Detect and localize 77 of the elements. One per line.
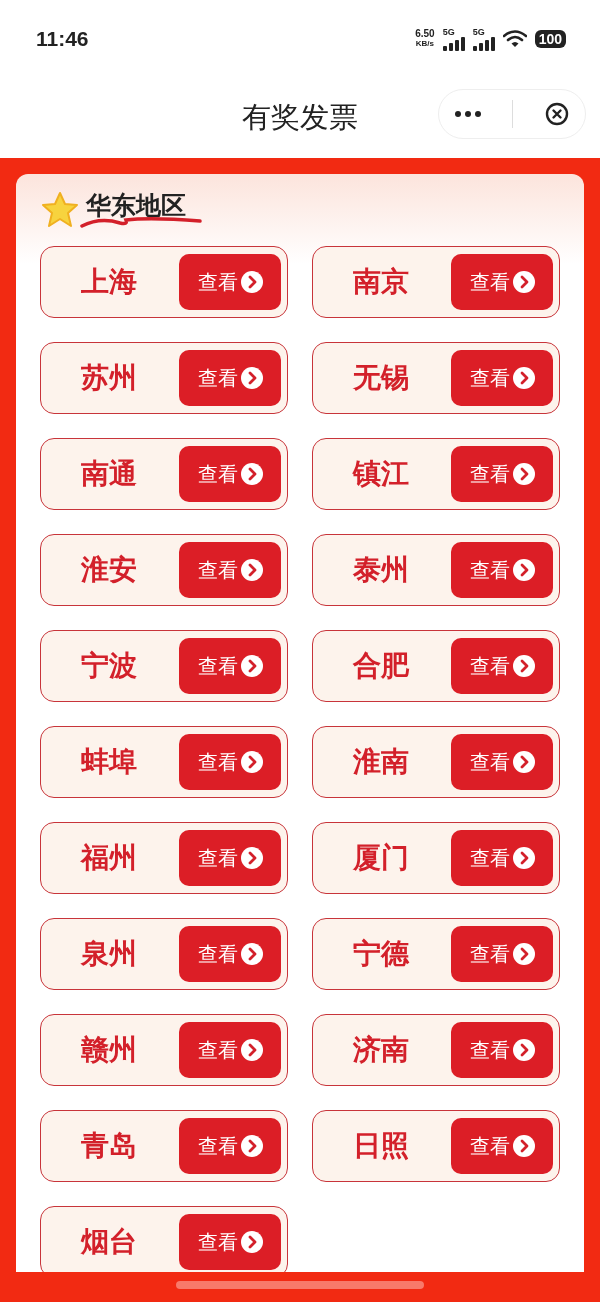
city-name: 青岛 (81, 1128, 137, 1164)
chevron-icon (512, 271, 535, 293)
view-button[interactable]: 查看 (451, 830, 553, 886)
city-name: 蚌埠 (81, 744, 137, 780)
chevron-icon (512, 367, 535, 389)
chevron-icon (512, 463, 535, 485)
city-name: 镇江 (353, 456, 409, 492)
view-button[interactable]: 查看 (179, 734, 281, 790)
city-name: 合肥 (353, 648, 409, 684)
chevron-icon (240, 367, 263, 389)
view-button[interactable]: 查看 (179, 830, 281, 886)
chevron-icon (512, 943, 535, 965)
network-type: 5G (442, 27, 455, 37)
section-title: 华东地区 (86, 191, 187, 221)
view-button[interactable]: 查看 (451, 1118, 553, 1174)
chevron-icon (512, 655, 535, 677)
close-icon[interactable] (545, 102, 570, 126)
view-button[interactable]: 查看 (179, 926, 281, 982)
view-button[interactable]: 查看 (179, 1118, 281, 1174)
chevron-icon (240, 463, 263, 485)
wifi-icon (502, 30, 527, 48)
more-icon[interactable] (454, 111, 481, 117)
view-button[interactable]: 查看 (451, 734, 553, 790)
city-name: 日照 (353, 1128, 409, 1164)
view-button[interactable]: 查看 (451, 638, 553, 694)
signal-icon (442, 36, 465, 51)
city-name: 赣州 (81, 1032, 137, 1068)
city-name: 淮南 (353, 744, 409, 780)
view-button[interactable]: 查看 (179, 542, 281, 598)
clock-time: 11:46 (36, 27, 89, 51)
view-button[interactable]: 查看 (451, 254, 553, 310)
star-icon (40, 191, 80, 229)
city-name: 福州 (81, 840, 137, 876)
city-name: 泉州 (81, 936, 137, 972)
chevron-icon (512, 847, 535, 869)
view-button[interactable]: 查看 (179, 446, 281, 502)
view-button[interactable]: 查看 (179, 254, 281, 310)
city-name: 苏州 (81, 360, 137, 396)
view-button[interactable]: 查看 (451, 350, 553, 406)
chevron-icon (512, 1039, 535, 1061)
view-button[interactable]: 查看 (179, 1214, 281, 1270)
chevron-icon (240, 751, 263, 773)
battery-level: 100 (534, 30, 566, 48)
chevron-icon (512, 559, 535, 581)
view-button[interactable]: 查看 (179, 1022, 281, 1078)
chevron-icon (240, 847, 263, 869)
view-button[interactable]: 查看 (451, 542, 553, 598)
chevron-icon (512, 1135, 535, 1157)
chevron-icon (240, 1231, 263, 1253)
city-name: 南京 (353, 264, 409, 300)
city-name: 宁波 (81, 648, 137, 684)
chevron-icon (240, 1039, 263, 1061)
network-type: 5G (472, 27, 485, 37)
signal-icon (472, 36, 495, 51)
network-speed-unit: KB/s (415, 39, 434, 49)
city-name: 南通 (81, 456, 137, 492)
view-button[interactable]: 查看 (179, 638, 281, 694)
city-name: 宁德 (353, 936, 409, 972)
view-button[interactable]: 查看 (179, 350, 281, 406)
chevron-icon (240, 271, 263, 293)
chevron-icon (240, 559, 263, 581)
city-name: 泰州 (353, 552, 409, 588)
network-speed: 6.50 (415, 29, 435, 39)
city-name: 无锡 (353, 360, 409, 396)
chevron-icon (240, 943, 263, 965)
city-name: 淮安 (81, 552, 137, 588)
view-button[interactable]: 查看 (451, 1022, 553, 1078)
chevron-icon (512, 751, 535, 773)
chevron-icon (240, 655, 263, 677)
city-name: 济南 (353, 1032, 409, 1068)
view-button[interactable]: 查看 (451, 446, 553, 502)
city-name: 厦门 (353, 840, 409, 876)
city-name: 烟台 (81, 1224, 137, 1260)
page-title: 有奖发票 (242, 99, 358, 136)
view-button[interactable]: 查看 (451, 926, 553, 982)
chevron-icon (240, 1135, 263, 1157)
city-name: 上海 (81, 264, 137, 300)
